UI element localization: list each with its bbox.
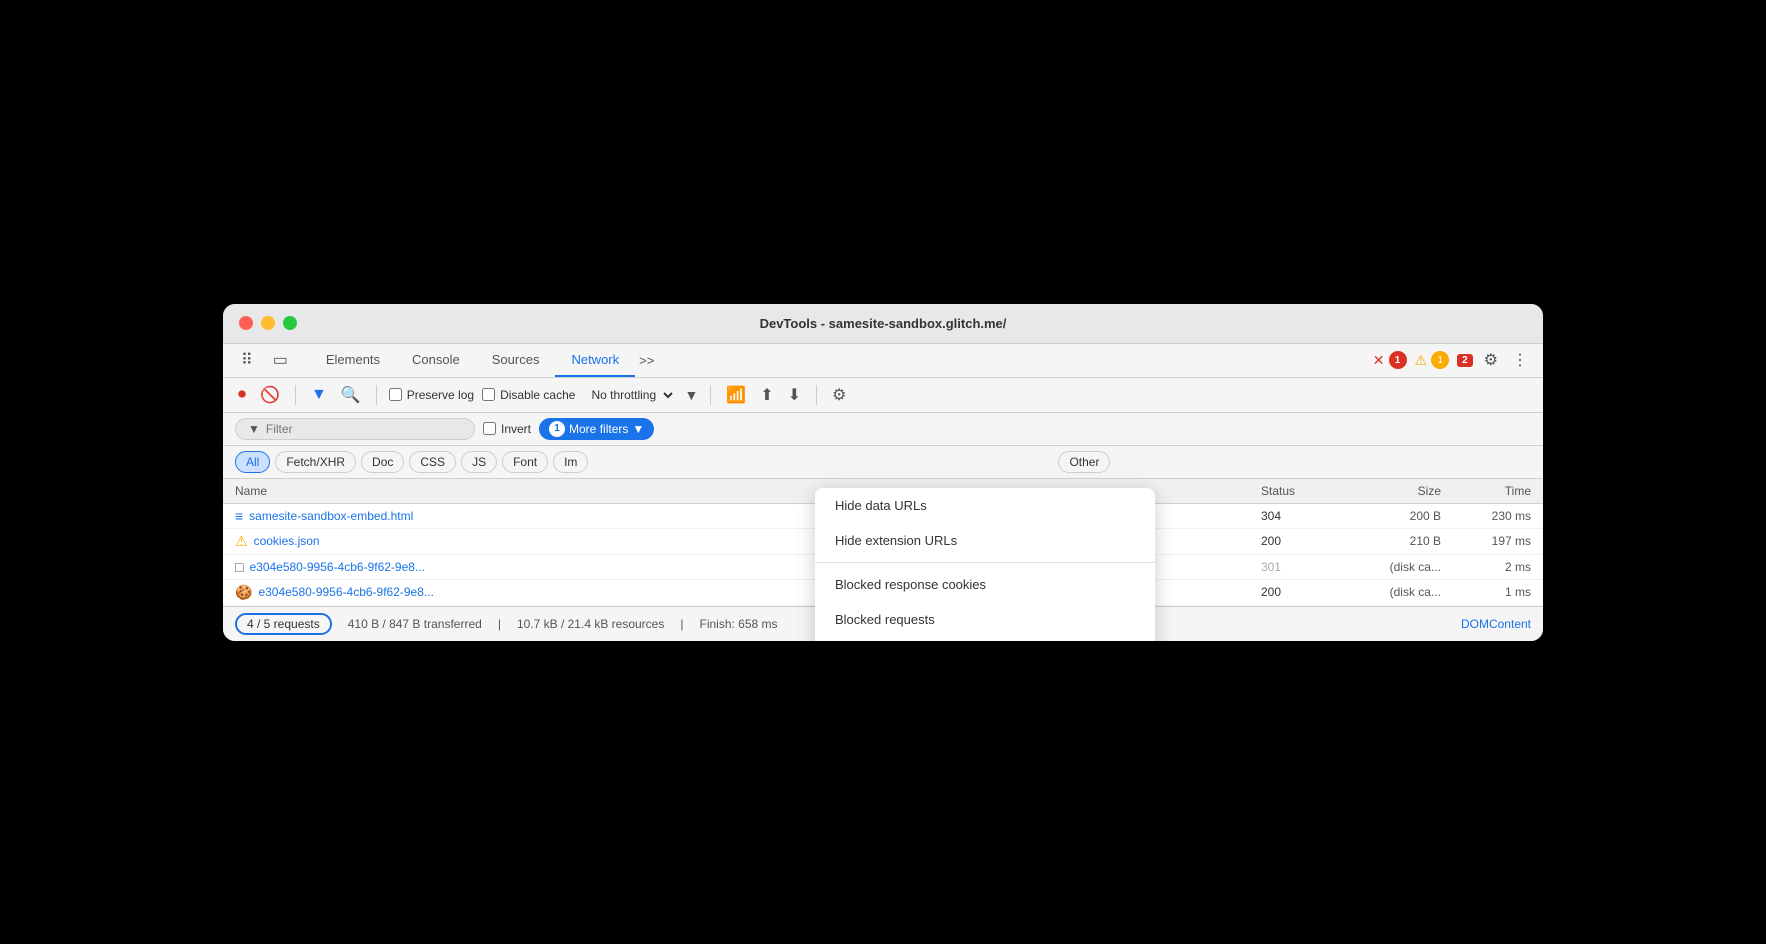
row-status-0: 304 — [1261, 509, 1341, 523]
res-btn-fetch-xhr[interactable]: Fetch/XHR — [275, 451, 356, 473]
res-btn-doc[interactable]: Doc — [361, 451, 404, 473]
record-button[interactable]: ⏺ — [235, 383, 249, 407]
col-header-size: Size — [1341, 484, 1441, 498]
divider-pipe2: | — [680, 617, 683, 631]
devtools-window: DevTools - samesite-sandbox.glitch.me/ ⠿… — [223, 304, 1543, 641]
more-filters-dropdown: Hide data URLs Hide extension URLs Block… — [815, 488, 1155, 641]
block-icon: □ — [235, 559, 243, 575]
doc-icon: ≡ — [235, 508, 243, 524]
hide-extension-urls-label: Hide extension URLs — [835, 533, 957, 548]
error-badge: 1 — [1389, 351, 1407, 369]
blocked-requests-label: Blocked requests — [835, 612, 935, 627]
close-button[interactable] — [239, 316, 253, 330]
finish-text: Finish: 658 ms — [699, 617, 777, 631]
disable-cache-label[interactable]: Disable cache — [482, 388, 575, 402]
warn-icon: ⚠ — [235, 533, 248, 550]
clear-button[interactable]: 🚫 — [257, 382, 283, 408]
row-time-0: 230 ms — [1441, 509, 1531, 523]
hide-data-urls-label: Hide data URLs — [835, 498, 927, 513]
tab-icon-group: ⠿ ▭ — [235, 346, 294, 374]
traffic-lights — [239, 316, 297, 330]
more-filters-button[interactable]: 1 More filters ▼ — [539, 418, 654, 440]
dropdown-item-blocked-response-cookies[interactable]: Blocked response cookies — [815, 567, 1155, 602]
row-time-3: 1 ms — [1441, 585, 1531, 599]
row-size-3: (disk ca... — [1341, 585, 1441, 599]
upload-icon[interactable]: ⬆ — [757, 382, 776, 408]
preserve-log-label[interactable]: Preserve log — [389, 388, 474, 402]
inspector-icon[interactable]: ⠿ — [235, 346, 259, 374]
divider — [295, 385, 296, 405]
col-header-status: Status — [1261, 484, 1341, 498]
more-filters-arrow-icon: ▼ — [632, 422, 644, 436]
filter-funnel-icon: ▼ — [248, 422, 260, 436]
error-x-icon: ✕ — [1373, 352, 1385, 369]
row-status-3: 200 — [1261, 585, 1341, 599]
dropdown-item-hide-data-urls[interactable]: Hide data URLs — [815, 488, 1155, 523]
filter-input[interactable] — [266, 422, 462, 436]
minimize-button[interactable] — [261, 316, 275, 330]
tab-elements[interactable]: Elements — [310, 344, 396, 377]
filter-bar: ▼ Invert 1 More filters ▼ — [223, 413, 1543, 446]
tab-console[interactable]: Console — [396, 344, 476, 377]
divider4 — [816, 385, 817, 405]
download-icon[interactable]: ⬇ — [785, 382, 804, 408]
row-status-1: 200 — [1261, 534, 1341, 548]
divider3 — [710, 385, 711, 405]
device-icon[interactable]: ▭ — [267, 346, 294, 374]
more-options-icon[interactable]: ⋮ — [1509, 347, 1531, 373]
row-size-1: 210 B — [1341, 534, 1441, 548]
warn-triangle-icon: ⚠ — [1415, 352, 1428, 369]
divider-pipe: | — [498, 617, 501, 631]
dropdown-item-blocked-requests[interactable]: Blocked requests — [815, 602, 1155, 637]
dropdown-item-hide-extension-urls[interactable]: Hide extension URLs — [815, 523, 1155, 558]
disable-cache-checkbox[interactable] — [482, 388, 495, 401]
res-btn-css[interactable]: CSS — [409, 451, 456, 473]
tab-network[interactable]: Network — [555, 344, 635, 377]
filter-button[interactable]: ▼ — [308, 383, 330, 407]
row-time-2: 2 ms — [1441, 560, 1531, 574]
content-area: ▼ Invert 1 More filters ▼ All Fetch/XHR … — [223, 413, 1543, 606]
res-btn-font[interactable]: Font — [502, 451, 548, 473]
divider2 — [376, 385, 377, 405]
invert-label[interactable]: Invert — [483, 422, 531, 436]
invert-checkbox[interactable] — [483, 422, 496, 435]
dropdown-divider — [815, 562, 1155, 563]
row-size-2: (disk ca... — [1341, 560, 1441, 574]
resources-text: 10.7 kB / 21.4 kB resources — [517, 617, 664, 631]
network-toolbar: ⏺ 🚫 ▼ 🔍 Preserve log Disable cache No th… — [223, 378, 1543, 413]
tab-sources[interactable]: Sources — [476, 344, 556, 377]
transferred-text: 410 B / 847 B transferred — [348, 617, 482, 631]
throttle-select[interactable]: No throttling — [583, 385, 676, 405]
res-btn-js[interactable]: JS — [461, 451, 497, 473]
network-settings-icon[interactable]: ⚙ — [829, 382, 849, 408]
res-btn-img[interactable]: Im — [553, 451, 588, 473]
more-filters-badge: 1 — [549, 421, 565, 437]
tab-right-badges: ✕ 1 ⚠ 1 2 ⚙ ⋮ — [1373, 347, 1531, 373]
domcontent-link[interactable]: DOMContent — [1461, 617, 1531, 631]
row-status-2: 301 — [1261, 560, 1341, 574]
warn-badge: 1 — [1431, 351, 1449, 369]
resource-type-bar: All Fetch/XHR Doc CSS JS Font Im Other H… — [223, 446, 1543, 479]
info-badge: 2 — [1457, 354, 1473, 367]
row-time-1: 197 ms — [1441, 534, 1531, 548]
res-btn-all[interactable]: All — [235, 451, 270, 473]
res-btn-other[interactable]: Other — [1058, 451, 1110, 473]
preserve-log-checkbox[interactable] — [389, 388, 402, 401]
wifi-icon[interactable]: 📶 — [723, 382, 749, 408]
maximize-button[interactable] — [283, 316, 297, 330]
col-header-time: Time — [1441, 484, 1531, 498]
row-size-0: 200 B — [1341, 509, 1441, 523]
throttle-arrow-icon: ▼ — [684, 387, 698, 403]
filter-input-wrapper[interactable]: ▼ — [235, 418, 475, 440]
blocked-response-cookies-label: Blocked response cookies — [835, 577, 986, 592]
settings-gear-icon[interactable]: ⚙ — [1481, 347, 1501, 373]
requests-badge: 4 / 5 requests — [235, 613, 332, 635]
search-button[interactable]: 🔍 — [338, 382, 364, 408]
window-title: DevTools - samesite-sandbox.glitch.me/ — [760, 316, 1007, 331]
cookie-icon: 🍪 — [235, 584, 252, 601]
tab-more[interactable]: >> — [635, 345, 658, 376]
title-bar: DevTools - samesite-sandbox.glitch.me/ — [223, 304, 1543, 344]
tab-bar: ⠿ ▭ Elements Console Sources Network >> … — [223, 344, 1543, 378]
